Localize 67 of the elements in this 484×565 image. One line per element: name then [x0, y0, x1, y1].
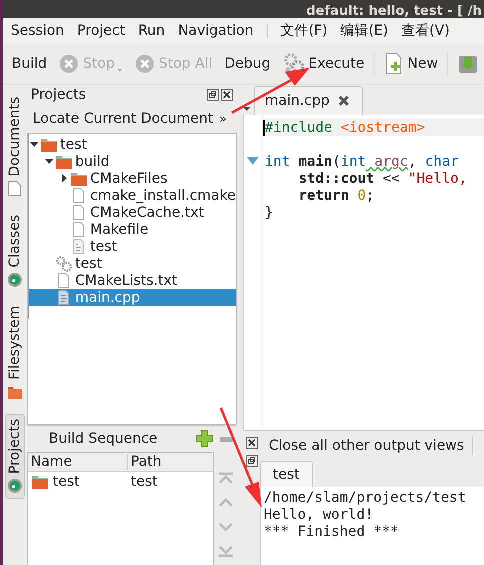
side-tab[interactable]: Documents: [6, 93, 24, 201]
side-tab[interactable]: Projects: [5, 414, 25, 499]
column-header[interactable]: Name: [28, 454, 128, 470]
expand-arrow-icon[interactable]: [60, 174, 70, 183]
side-tab[interactable]: Classes: [6, 210, 24, 292]
tree-item[interactable]: CMakeCache.txt: [29, 204, 236, 221]
window-title: default: hello, test - [ /h: [306, 5, 482, 18]
table-cell-text: test: [130, 474, 159, 490]
tree-item[interactable]: test: [29, 136, 236, 153]
menu-item[interactable]: Project: [77, 23, 126, 39]
float-icon[interactable]: [207, 89, 219, 101]
code-editor[interactable]: #include <iostream> int main(int argc, char std::cout << "Hello, return 0; }: [243, 115, 484, 430]
output-line: /home/slam/projects/test: [264, 490, 468, 507]
toolbar-button[interactable]: Build: [9, 54, 50, 74]
panel-title: Build Sequence: [49, 431, 158, 447]
close-icon[interactable]: [338, 95, 350, 107]
tree-item[interactable]: cmake_install.cmake: [29, 187, 236, 204]
code-line: std::cout << "Hello,: [298, 170, 468, 186]
tree-item[interactable]: CMakeFiles: [29, 170, 236, 187]
add-icon[interactable]: [196, 430, 214, 448]
gear-icon: [7, 272, 23, 288]
close-icon[interactable]: [246, 437, 258, 449]
folder-icon: [70, 170, 88, 186]
menu-item[interactable]: 文件(F): [280, 22, 328, 40]
folder-icon: [55, 154, 74, 170]
dropdown-arrow-icon[interactable]: [243, 104, 251, 112]
output-line: *** Finished ***: [264, 524, 400, 541]
tree-item[interactable]: test: [29, 238, 236, 255]
toolbar-button[interactable]: New: [380, 51, 442, 77]
code-line: return 0;: [298, 188, 375, 204]
folder-icon: [31, 474, 49, 490]
gear-icon: [7, 478, 23, 494]
output-tab[interactable]: test: [260, 461, 313, 487]
side-tab[interactable]: Filesystem: [6, 302, 24, 404]
panel-title: Projects: [31, 87, 88, 103]
more-button[interactable]: »: [220, 112, 227, 126]
float-icon[interactable]: [246, 455, 258, 467]
close-other-views-button[interactable]: Close all other output views: [260, 438, 464, 454]
menu-item[interactable]: 查看(V): [401, 22, 450, 40]
toolbar-button[interactable]: Execute: [280, 51, 368, 77]
column-header[interactable]: Path: [128, 454, 213, 470]
tree-item[interactable]: CMakeLists.txt: [29, 272, 236, 289]
menu-item[interactable]: Navigation: [178, 23, 254, 39]
table-cell: test: [28, 474, 128, 490]
editor-tab[interactable]: main.cpp: [254, 86, 363, 115]
menu-item[interactable]: 编辑(E): [340, 22, 388, 40]
code-line: #include <iostream>: [264, 120, 426, 136]
code-line: int main(int argc, char: [264, 154, 459, 170]
folder-icon: [40, 136, 58, 152]
tree-item[interactable]: build: [29, 153, 236, 170]
gears-icon: [55, 256, 74, 272]
document-icon: [8, 180, 22, 197]
fold-arrow-icon[interactable]: [247, 157, 259, 166]
tree-item[interactable]: Makefile: [29, 221, 236, 238]
tree-item[interactable]: main.cpp: [29, 289, 236, 306]
code-line: }: [264, 204, 274, 220]
close-icon[interactable]: [221, 89, 233, 101]
new-file-icon: [384, 53, 404, 75]
toolbar-button[interactable]: Debug: [222, 54, 274, 74]
stop-icon: [134, 54, 155, 74]
menu-item[interactable]: Run: [138, 23, 166, 39]
gears-icon: [282, 53, 305, 75]
tree-item[interactable]: test: [29, 255, 236, 272]
output-line: Hello, world!: [264, 507, 375, 524]
locate-document-button[interactable]: Locate Current Document: [33, 111, 214, 127]
stop-icon: [59, 54, 80, 74]
menu-item[interactable]: Session: [11, 23, 64, 39]
